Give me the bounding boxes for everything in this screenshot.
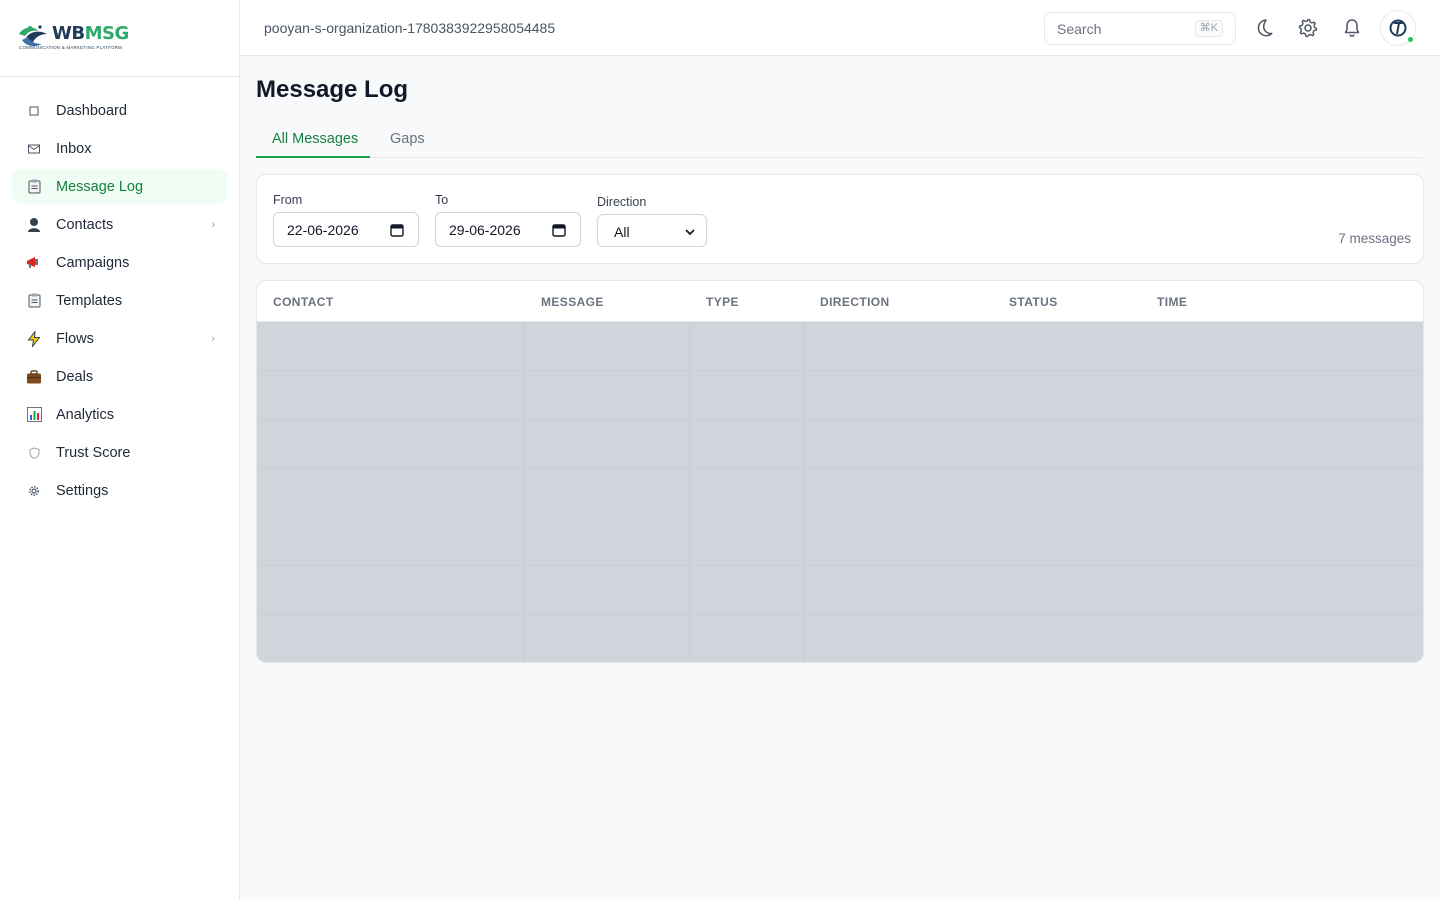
sidebar-item-settings[interactable]: Settings xyxy=(12,473,227,508)
shield-icon xyxy=(26,445,42,461)
sidebar: WBMSG COMMUNICATION & MARKETING PLATFORM… xyxy=(0,0,240,900)
sidebar-item-campaigns[interactable]: Campaigns xyxy=(12,245,227,280)
briefcase-icon xyxy=(26,369,42,385)
to-label: To xyxy=(435,193,449,207)
sidebar-item-label: Settings xyxy=(56,482,109,499)
table-row[interactable] xyxy=(257,469,1423,566)
from-date-value: 22-06-2026 xyxy=(287,222,359,238)
chevron-down-icon xyxy=(685,229,695,236)
sidebar-item-flows[interactable]: Flows › xyxy=(12,321,227,356)
sidebar-item-label: Flows xyxy=(56,330,94,347)
organization-name[interactable]: pooyan-s-organization-178038392295805448… xyxy=(264,20,555,36)
top-bar: pooyan-s-organization-178038392295805448… xyxy=(240,0,1440,56)
megaphone-icon xyxy=(26,255,42,271)
bell-icon[interactable] xyxy=(1341,17,1363,39)
sidebar-item-label: Trust Score xyxy=(56,444,131,461)
sidebar-item-message-log[interactable]: Message Log xyxy=(12,169,227,204)
from-date-input[interactable]: 22-06-2026 xyxy=(273,212,419,247)
table-header: CONTACT MESSAGE TYPE DIRECTION STATUS TI… xyxy=(257,281,1423,322)
column-header-direction[interactable]: DIRECTION xyxy=(820,295,890,309)
to-date-input[interactable]: 29-06-2026 xyxy=(435,212,581,247)
lightning-icon xyxy=(26,330,42,347)
sidebar-item-deals[interactable]: Deals xyxy=(12,359,227,394)
message-table: CONTACT MESSAGE TYPE DIRECTION STATUS TI… xyxy=(256,280,1424,663)
table-body-loading xyxy=(257,322,1423,662)
from-label: From xyxy=(273,193,303,207)
avatar-logo-icon xyxy=(1389,19,1407,37)
table-row[interactable] xyxy=(257,615,1423,662)
sidebar-item-label: Contacts xyxy=(56,216,114,233)
clipboard-icon xyxy=(26,293,42,309)
column-header-message[interactable]: MESSAGE xyxy=(541,295,604,309)
logo-area: WBMSG COMMUNICATION & MARKETING PLATFORM xyxy=(0,0,239,77)
tabs: All Messages Gaps xyxy=(256,120,1423,158)
column-header-time[interactable]: TIME xyxy=(1157,295,1187,309)
calendar-icon[interactable] xyxy=(552,223,566,237)
sidebar-item-label: Inbox xyxy=(56,140,92,157)
brand-logo-icon xyxy=(19,25,47,47)
search-shortcut-badge: ⌘K xyxy=(1194,20,1223,37)
clipboard-icon xyxy=(26,179,42,195)
search-input[interactable]: Search ⌘K xyxy=(1044,12,1236,45)
table-row[interactable] xyxy=(257,566,1423,615)
sidebar-item-analytics[interactable]: Analytics xyxy=(12,397,227,432)
brand-name: WBMSG xyxy=(52,23,129,44)
sidebar-item-dashboard[interactable]: Dashboard xyxy=(12,93,227,128)
column-header-type[interactable]: TYPE xyxy=(706,295,739,309)
table-row[interactable] xyxy=(257,420,1423,469)
brand-logo[interactable]: WBMSG COMMUNICATION & MARKETING PLATFORM xyxy=(16,22,239,52)
gear-icon xyxy=(26,483,42,499)
chevron-right-icon: › xyxy=(211,218,215,231)
sidebar-item-templates[interactable]: Templates xyxy=(12,283,227,318)
column-divider xyxy=(524,322,525,662)
sidebar-item-label: Campaigns xyxy=(56,254,130,271)
sidebar-item-label: Analytics xyxy=(56,406,115,423)
direction-value: All xyxy=(614,224,630,240)
tab-all-messages[interactable]: All Messages xyxy=(256,120,370,158)
moon-icon[interactable] xyxy=(1253,17,1275,39)
square-icon xyxy=(26,103,42,119)
filters-panel: From 22-06-2026 To 29-06-2026 Direction … xyxy=(256,174,1424,264)
bar-chart-icon xyxy=(26,407,42,423)
tab-gaps[interactable]: Gaps xyxy=(390,120,425,158)
to-date-value: 29-06-2026 xyxy=(449,222,521,238)
direction-select[interactable]: All xyxy=(597,214,707,247)
column-divider xyxy=(689,322,690,662)
column-header-contact[interactable]: CONTACT xyxy=(273,295,334,309)
direction-label: Direction xyxy=(597,195,647,209)
sidebar-nav: Dashboard Inbox Message Log Contacts › C… xyxy=(0,77,239,508)
search-placeholder: Search xyxy=(1057,21,1102,37)
sidebar-item-label: Deals xyxy=(56,368,94,385)
table-row[interactable] xyxy=(257,322,1423,371)
table-row[interactable] xyxy=(257,371,1423,420)
sidebar-item-trust-score[interactable]: Trust Score xyxy=(12,435,227,470)
page-title: Message Log xyxy=(256,76,409,103)
envelope-icon xyxy=(26,141,42,157)
column-divider xyxy=(803,322,804,662)
settings-gear-icon[interactable] xyxy=(1297,17,1319,39)
chevron-right-icon: › xyxy=(211,332,215,345)
sidebar-item-label: Templates xyxy=(56,292,123,309)
sidebar-item-inbox[interactable]: Inbox xyxy=(12,131,227,166)
message-count: 7 messages xyxy=(1338,231,1411,246)
sidebar-item-contacts[interactable]: Contacts › xyxy=(12,207,227,242)
person-icon xyxy=(26,217,42,233)
user-avatar[interactable] xyxy=(1380,10,1416,46)
calendar-icon[interactable] xyxy=(390,223,404,237)
sidebar-item-label: Dashboard xyxy=(56,102,127,119)
sidebar-item-label: Message Log xyxy=(56,178,144,195)
online-status-dot xyxy=(1408,37,1413,42)
column-header-status[interactable]: STATUS xyxy=(1009,295,1058,309)
